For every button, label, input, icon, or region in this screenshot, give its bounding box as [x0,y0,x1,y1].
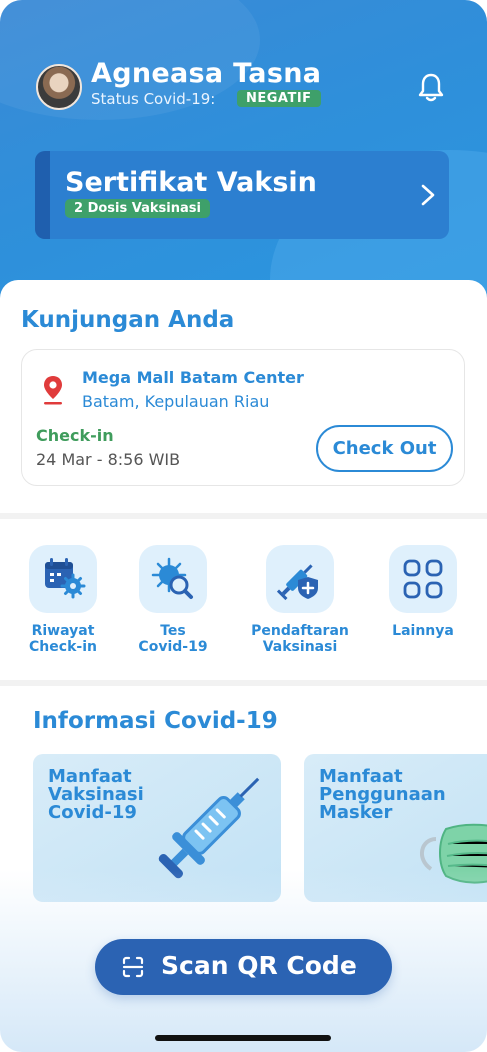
virus-search-icon [139,545,207,613]
checkin-time: 24 Mar - 8:56 WIB [36,450,181,469]
menu-label: Lainnya [392,623,454,639]
home-indicator [155,1035,331,1041]
app-screen: Agneasa Tasna Status Covid-19: NEGATIF S… [0,0,487,1052]
syringe-shield-icon [266,545,334,613]
location-pin-icon [44,376,62,405]
user-name: Agneasa Tasna [91,58,322,89]
section-divider [0,680,487,686]
menu-label: Riwayat Check-in [29,623,97,655]
certificate-title: Sertifikat Vaksin [65,167,317,198]
checkin-label: Check-in [36,426,114,445]
place-city: Batam, Kepulauan Riau [82,392,270,411]
menu-item-lainnya[interactable]: Lainnya [368,545,478,639]
info-section-title: Informasi Covid-19 [33,708,278,734]
covid-status-badge: NEGATIF [237,90,321,107]
menu-label: Pendaftaran Vaksinasi [251,623,349,655]
menu-label: Tes Covid-19 [138,623,208,655]
section-divider [0,513,487,519]
menu-item-pendaftaran-vaksinasi[interactable]: Pendaftaran Vaksinasi [238,545,362,655]
bell-icon[interactable] [417,72,445,104]
grid-icon [389,545,457,613]
menu-item-tes-covid[interactable]: Tes Covid-19 [118,545,228,655]
chevron-right-icon [421,184,435,206]
calendar-gear-icon [29,545,97,613]
vaccine-certificate-card[interactable]: Sertifikat Vaksin 2 Dosis Vaksinasi [35,151,449,239]
dose-badge: 2 Dosis Vaksinasi [65,199,210,218]
visit-section-title: Kunjungan Anda [21,307,235,333]
card-accent-stripe [35,151,50,239]
header: Agneasa Tasna Status Covid-19: NEGATIF S… [0,0,487,320]
scan-icon [122,956,144,978]
covid-status-label: Status Covid-19: [91,90,216,108]
menu-item-riwayat-checkin[interactable]: Riwayat Check-in [8,545,118,655]
avatar[interactable] [36,64,82,110]
scan-qr-label: Scan QR Code [161,951,357,980]
visit-card[interactable]: Mega Mall Batam Center Batam, Kepulauan … [21,349,465,486]
scan-qr-button[interactable]: Scan QR Code [95,939,392,995]
place-name: Mega Mall Batam Center [82,368,304,387]
check-out-button[interactable]: Check Out [316,425,453,472]
